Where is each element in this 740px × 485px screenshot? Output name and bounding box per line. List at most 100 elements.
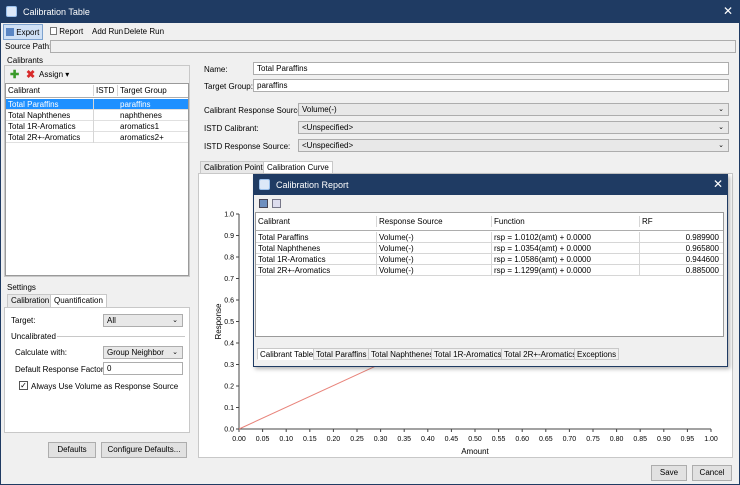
report-cell: Volume(-) (377, 254, 492, 265)
export-button[interactable]: Export (3, 24, 43, 40)
tab-quantification[interactable]: Quantification (50, 294, 107, 307)
save-report-icon[interactable] (259, 199, 268, 208)
report-tab[interactable]: Calibrant Table (257, 348, 317, 360)
assign-label: Assign (39, 70, 64, 79)
report-cell: Volume(-) (377, 265, 492, 276)
report-tab[interactable]: Total 2R+-Aromatics (501, 348, 580, 360)
y-tick-label: 0.4 (224, 341, 234, 348)
col-header-calibrant[interactable]: Calibrant (6, 85, 94, 96)
table-row[interactable]: Total Paraffins paraffins (6, 99, 188, 110)
report-cell: rsp = 1.0354(amt) + 0.0000 (492, 243, 640, 254)
name-input[interactable]: Total Paraffins (253, 62, 729, 75)
default-rf-label: Default Response Factor: (15, 365, 106, 374)
table-row[interactable]: Total Naphthenes naphthenes (6, 110, 188, 121)
table-cell: Total Naphthenes (6, 110, 94, 121)
calibrant-response-source-value: Volume(-) (302, 105, 337, 114)
report-row[interactable]: Total Paraffins Volume(-) rsp = 1.0102(amt… (256, 232, 723, 243)
x-axis-label: Amount (461, 447, 489, 456)
x-tick-label: 0.65 (539, 436, 553, 443)
uncalibrated-label: Uncalibrated (11, 332, 56, 341)
report-icon (50, 27, 57, 35)
add-run-button[interactable]: Add Run (90, 24, 125, 40)
report-cell: Volume(-) (377, 232, 492, 243)
x-tick-label: 0.00 (232, 436, 246, 443)
title-bar: Calibration Table ✕ (1, 1, 739, 23)
default-rf-input[interactable]: 0 (103, 362, 183, 375)
cancel-button[interactable]: Cancel (692, 465, 732, 481)
x-tick-label: 1.00 (704, 436, 718, 443)
x-tick-label: 0.30 (374, 436, 388, 443)
x-tick-label: 0.75 (586, 436, 600, 443)
report-title-bar: Calibration Report ✕ (254, 175, 727, 195)
report-cell: Total Naphthenes (256, 243, 377, 254)
target-group-input[interactable]: paraffins (253, 79, 729, 92)
save-button[interactable]: Save (651, 465, 687, 481)
col-header-target-group[interactable]: Target Group (118, 85, 188, 96)
source-path-field[interactable] (50, 40, 736, 53)
report-close-icon[interactable]: ✕ (713, 178, 723, 190)
istd-response-source-select[interactable]: <Unspecified> ⌄ (298, 139, 729, 152)
delete-run-button[interactable]: Delete Run (122, 24, 166, 40)
export-label: Export (16, 28, 40, 37)
report-col-rf[interactable]: RF (640, 216, 722, 227)
chevron-down-icon: ⌄ (718, 106, 724, 113)
tab-calibration[interactable]: Calibration (7, 294, 54, 307)
report-cell: 0.965800 (685, 244, 719, 253)
table-cell: naphthenes (120, 111, 162, 120)
report-row[interactable]: Total 2R+-Aromatics Volume(-) rsp = 1.1299… (256, 265, 723, 276)
table-cell: aromatics1 (120, 122, 160, 131)
calibration-table-window: Calibration Table ✕ Export Report Add Ru… (0, 0, 740, 485)
istd-calibrant-label: ISTD Calibrant: (204, 124, 259, 133)
chevron-down-icon: ⌄ (172, 317, 178, 324)
close-icon[interactable]: ✕ (723, 5, 733, 17)
chevron-down-icon: ⌄ (718, 124, 724, 131)
report-tab[interactable]: Total 1R-Aromatics (431, 348, 505, 360)
istd-calibrant-select[interactable]: <Unspecified> ⌄ (298, 121, 729, 134)
quantification-panel: Target: All ⌄ Uncalibrated Calculate with… (4, 307, 190, 433)
calibration-series-line (238, 363, 381, 430)
report-tab[interactable]: Total Naphthenes (368, 348, 437, 360)
defaults-button[interactable]: Defaults (48, 442, 96, 458)
x-tick-label: 0.15 (303, 436, 317, 443)
y-tick-label: 1.0 (224, 212, 234, 219)
x-tick-label: 0.45 (445, 436, 459, 443)
report-row[interactable]: Total 1R-Aromatics Volume(-) rsp = 1.0586(… (256, 254, 723, 265)
report-tab[interactable]: Exceptions (574, 348, 620, 360)
report-cell: Volume(-) (377, 243, 492, 254)
y-tick-label: 0.7 (224, 276, 234, 283)
table-row[interactable]: Total 2R+-Aromatics aromatics2+ (6, 132, 188, 143)
table-cell: paraffins (120, 100, 151, 109)
chevron-down-icon: ⌄ (172, 349, 178, 356)
x-tick-label: 0.90 (657, 436, 671, 443)
delete-icon[interactable]: ✖ (26, 68, 35, 81)
source-path-label: Source Path: (5, 42, 52, 51)
assign-dropdown[interactable]: Assign ▾ (39, 70, 69, 79)
y-tick-label: 0.2 (224, 384, 234, 391)
calibrant-response-source-select[interactable]: Volume(-) ⌄ (298, 103, 729, 116)
add-icon[interactable]: ✚ (10, 68, 19, 81)
report-col-calibrant[interactable]: Calibrant (256, 216, 377, 227)
report-table: Calibrant Response Source Function RF To… (255, 212, 724, 337)
name-label: Name: (204, 65, 228, 74)
table-row[interactable]: Total 1R-Aromatics aromatics1 (6, 121, 188, 132)
calibrants-group-label: Calibrants (7, 56, 44, 65)
report-col-response-source[interactable]: Response Source (377, 216, 492, 227)
calculate-with-select[interactable]: Group Neighbor ⌄ (103, 346, 183, 359)
target-select[interactable]: All ⌄ (103, 314, 183, 327)
x-tick-label: 0.50 (468, 436, 482, 443)
always-volume-checkbox[interactable]: ✓ (19, 381, 28, 390)
calibration-report-dialog: Calibration Report ✕ Calibrant Response … (253, 174, 728, 367)
report-col-function[interactable]: Function (492, 216, 640, 227)
istd-response-source-value: <Unspecified> (302, 141, 354, 150)
report-row[interactable]: Total Naphthenes Volume(-) rsp = 1.0354(am… (256, 243, 723, 254)
x-tick-label: 0.85 (633, 436, 647, 443)
report-cell: Total 1R-Aromatics (256, 254, 377, 265)
report-tab[interactable]: Total Paraffins (313, 348, 370, 360)
table-cell: aromatics2+ (120, 133, 164, 142)
window-title: Calibration Table (23, 7, 90, 17)
configure-defaults-button[interactable]: Configure Defaults... (101, 442, 187, 458)
col-header-istd[interactable]: ISTD (94, 85, 118, 96)
calculate-with-value: Group Neighbor (107, 348, 164, 357)
copy-report-icon[interactable] (272, 199, 281, 208)
report-button[interactable]: Report (48, 24, 88, 40)
